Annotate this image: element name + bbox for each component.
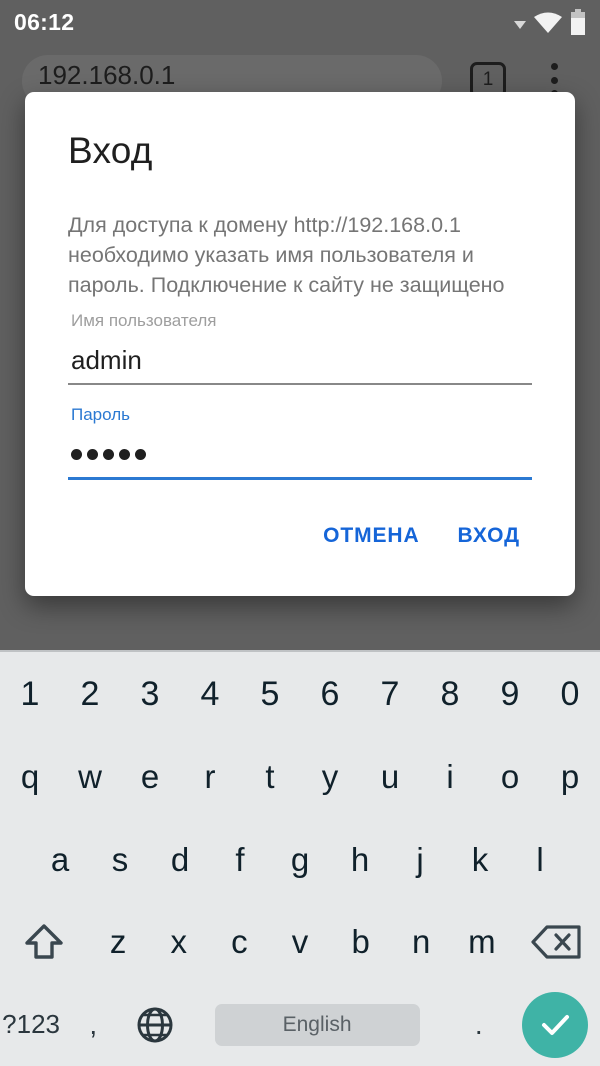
key-p[interactable]: p (540, 736, 600, 819)
status-bar: 06:12 (0, 0, 600, 44)
keyboard-row-home: a s d f g h j k l (0, 819, 600, 902)
username-label: Имя пользователя (71, 311, 217, 330)
keyboard-row-numbers: 1 2 3 4 5 6 7 8 9 0 (0, 652, 600, 736)
dialog-action-bar: ОТМЕНА ВХОД (68, 514, 532, 558)
key-o[interactable]: o (480, 736, 540, 819)
keyboard-row-top: q w e r t y u i o p (0, 736, 600, 819)
key-m[interactable]: m (452, 901, 513, 984)
url-text[interactable]: 192.168.0.1 (38, 60, 175, 91)
key-q[interactable]: q (0, 736, 60, 819)
key-h[interactable]: h (330, 819, 390, 902)
comma-key[interactable]: , (62, 984, 124, 1066)
key-s[interactable]: s (90, 819, 150, 902)
key-e[interactable]: e (120, 736, 180, 819)
backspace-key[interactable] (512, 901, 600, 984)
key-d[interactable]: d (150, 819, 210, 902)
key-1[interactable]: 1 (0, 652, 60, 736)
authentication-dialog: Вход Для доступа к домену http://192.168… (25, 92, 575, 596)
key-x[interactable]: x (148, 901, 209, 984)
on-screen-keyboard: 1 2 3 4 5 6 7 8 9 0 q w e r t y u i o p … (0, 650, 600, 1066)
password-underline (68, 477, 532, 480)
key-t[interactable]: t (240, 736, 300, 819)
language-switch-key[interactable] (124, 984, 186, 1066)
key-4[interactable]: 4 (180, 652, 240, 736)
dialog-message: Для доступа к домену http://192.168.0.1 … (68, 213, 505, 297)
key-z[interactable]: z (88, 901, 149, 984)
key-b[interactable]: b (330, 901, 391, 984)
key-7[interactable]: 7 (360, 652, 420, 736)
enter-key-circle (521, 991, 588, 1058)
key-9[interactable]: 9 (480, 652, 540, 736)
key-u[interactable]: u (360, 736, 420, 819)
key-n[interactable]: n (391, 901, 452, 984)
backspace-icon (531, 925, 581, 959)
submit-button[interactable]: ВХОД (446, 514, 532, 558)
key-k[interactable]: k (450, 819, 510, 902)
key-i[interactable]: i (420, 736, 480, 819)
username-input[interactable]: admin (68, 337, 532, 383)
space-key-label: English (214, 1003, 420, 1046)
key-a[interactable]: a (30, 819, 90, 902)
password-input[interactable] (68, 431, 532, 477)
period-key[interactable]: . (448, 984, 510, 1066)
key-r[interactable]: r (180, 736, 240, 819)
password-dots (71, 448, 146, 460)
key-c[interactable]: c (209, 901, 270, 984)
dialog-title: Вход (68, 130, 153, 171)
key-w[interactable]: w (60, 736, 120, 819)
dropdown-triangle-icon (514, 21, 526, 29)
keyboard-row-bottom: z x c v b n m (0, 901, 600, 984)
key-0[interactable]: 0 (540, 652, 600, 736)
status-bar-icons (514, 9, 586, 35)
key-8[interactable]: 8 (420, 652, 480, 736)
key-j[interactable]: j (390, 819, 450, 902)
status-bar-clock: 06:12 (14, 8, 75, 35)
key-l[interactable]: l (510, 819, 570, 902)
battery-icon (571, 9, 585, 35)
key-y[interactable]: y (300, 736, 360, 819)
shift-key[interactable] (0, 901, 88, 984)
username-underline (68, 383, 532, 385)
key-v[interactable]: v (270, 901, 331, 984)
key-5[interactable]: 5 (240, 652, 300, 736)
key-g[interactable]: g (270, 819, 330, 902)
key-f[interactable]: f (210, 819, 270, 902)
shift-arrow-icon (25, 924, 63, 959)
globe-icon (137, 1007, 173, 1043)
enter-key[interactable] (510, 984, 600, 1066)
wifi-icon (534, 12, 562, 33)
key-2[interactable]: 2 (60, 652, 120, 736)
symbols-key[interactable]: ?123 (0, 984, 62, 1066)
space-key[interactable]: English (187, 984, 448, 1066)
keyboard-row-space: ?123 , English . (0, 984, 600, 1066)
cancel-button[interactable]: ОТМЕНА (311, 514, 431, 558)
password-label: Пароль (71, 405, 130, 424)
key-6[interactable]: 6 (300, 652, 360, 736)
key-3[interactable]: 3 (120, 652, 180, 736)
checkmark-icon (541, 1014, 569, 1035)
